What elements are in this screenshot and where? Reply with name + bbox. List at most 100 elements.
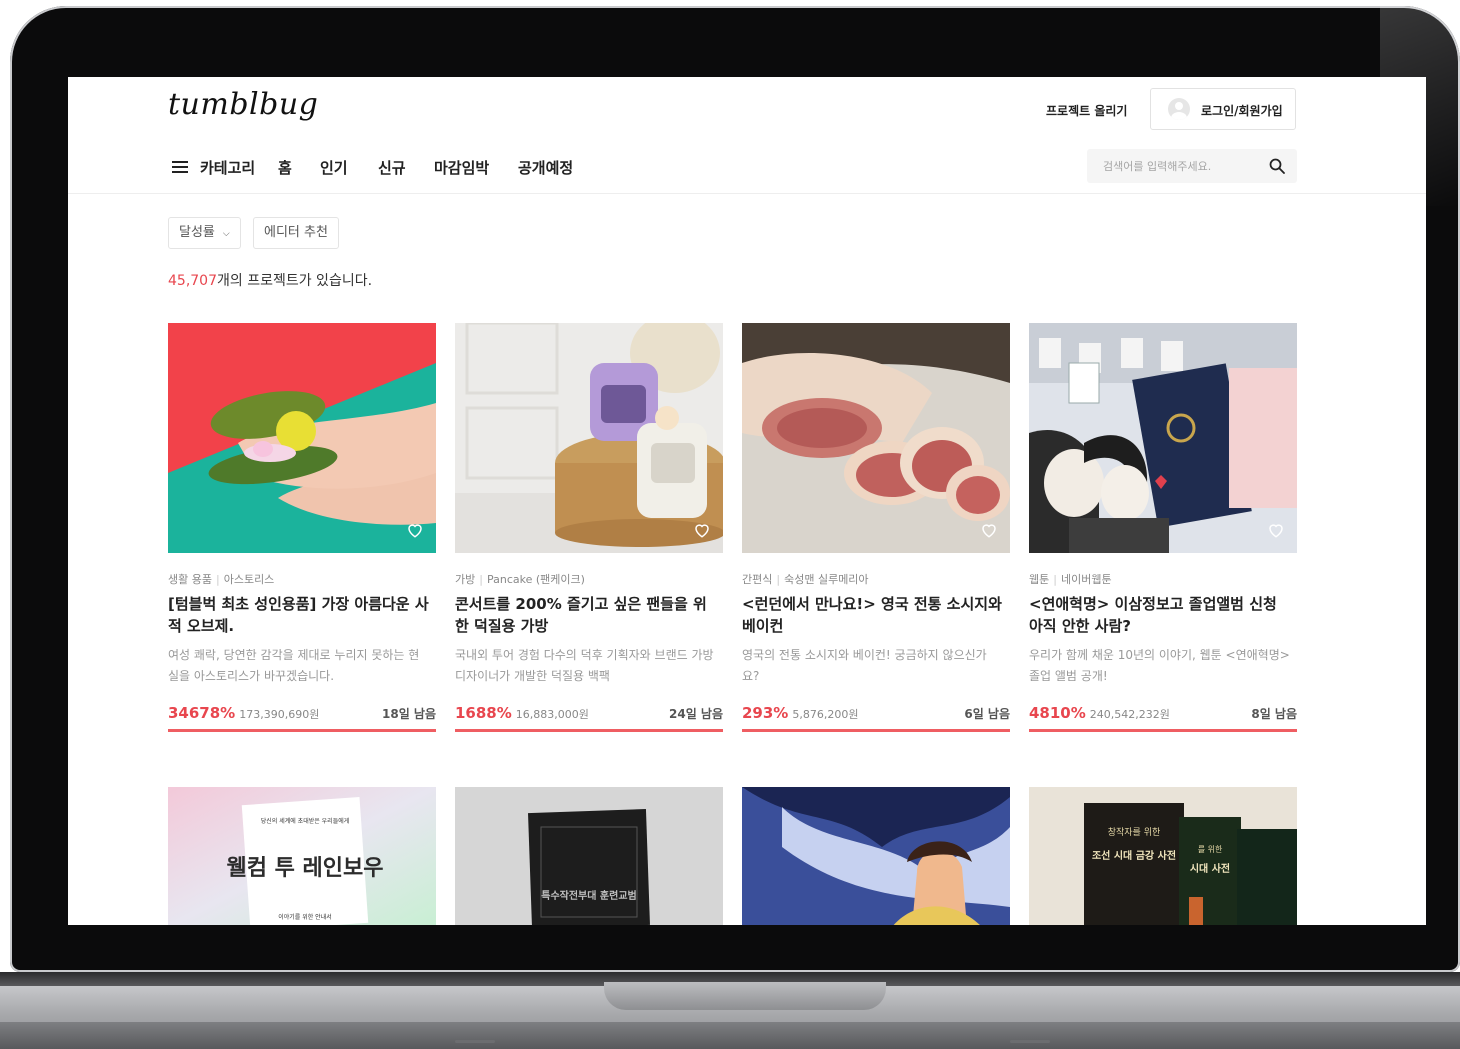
fantasy-webtoon-image [742, 787, 1010, 925]
card-stats: 1688% 16,883,000원 24일 남음 [455, 703, 723, 725]
book-title-text-b: 시대 사전 [1190, 862, 1230, 875]
card-meta: 생활 용품 | 아스토리스 [168, 573, 275, 586]
days-left: 8일 남음 [1251, 707, 1297, 721]
search-input[interactable] [1103, 157, 1253, 175]
project-count: 45,707개의 프로젝트가 있습니다. [168, 270, 372, 290]
card-category[interactable]: 생활 용품 [168, 573, 212, 586]
card-title[interactable]: <런던에서 만나요!> 영국 전통 소시지와 베이컨 [742, 593, 1004, 637]
screen: tumblbug 프로젝트 올리기 로그인/회원가입 카테고리 홈 인기 신규 … [68, 77, 1426, 925]
card-category[interactable]: 가방 [455, 573, 475, 586]
project-thumbnail[interactable]: 창작자를 위한 조선 시대 금강 사전 를 위한 시대 사전 [1029, 787, 1297, 925]
project-thumbnail[interactable]: 특수작전부대 훈련교범 [455, 787, 723, 925]
card-meta: 간편식 | 숙성맨 실루메리아 [742, 573, 869, 586]
bacon-image [742, 323, 1010, 553]
card-creator[interactable]: 아스토리스 [224, 573, 275, 586]
card-title[interactable]: [텀블벅 최초 성인용품] 가장 아름다운 사적 오브제. [168, 593, 430, 637]
heart-icon[interactable] [406, 521, 424, 539]
progress-fill [168, 729, 436, 732]
book-sub-text: 이야기를 위한 안내서 [278, 913, 332, 921]
funding-progress-bar [1029, 729, 1297, 732]
book-title-text: 웰컴 투 레인보우 [227, 856, 384, 881]
nav-closing-soon[interactable]: 마감임박 [434, 157, 489, 178]
tumblbug-logo[interactable]: tumblbug [168, 87, 318, 122]
project-thumbnail[interactable] [742, 323, 1010, 553]
backpacks-image [455, 323, 723, 553]
funding-amount: 173,390,690원 [239, 708, 320, 721]
project-thumbnail[interactable] [742, 787, 1010, 925]
card-creator[interactable]: Pancake (팬케이크) [487, 573, 585, 586]
sort-label: 달성률 [179, 225, 215, 240]
book-small-text: 창작자를 위한 [1108, 827, 1161, 838]
laptop-notch [604, 982, 886, 1010]
funding-percent: 293% [742, 704, 789, 722]
login-signup-button[interactable]: 로그인/회원가입 [1150, 88, 1296, 130]
card-creator[interactable]: 네이버웹툰 [1061, 573, 1112, 586]
joseon-books-image: 창작자를 위한 조선 시대 금강 사전 를 위한 시대 사전 [1029, 787, 1297, 925]
days-left: 6일 남음 [964, 707, 1010, 721]
funding-percent: 1688% [455, 704, 512, 722]
login-label: 로그인/회원가입 [1201, 104, 1283, 118]
heart-icon[interactable] [980, 521, 998, 539]
card-title[interactable]: <연애혁명> 이삼정보고 졸업앨범 신청 아직 안한 사람? [1029, 593, 1291, 637]
laptop-foot [1010, 1040, 1050, 1043]
funding-amount: 16,883,000원 [515, 708, 589, 721]
webtoon-album-image [1029, 323, 1297, 553]
hamburger-menu-icon[interactable] [172, 161, 188, 173]
nav-new[interactable]: 신규 [378, 157, 406, 178]
rainbow-book-image: 당신의 세계에 초대받은 우리들에게 웰컴 투 레인보우 이야기를 위한 안내서 [168, 787, 436, 925]
search-icon[interactable] [1269, 158, 1285, 174]
editor-pick-filter[interactable]: 에디터 추천 [253, 217, 339, 249]
book-title-text: 특수작전부대 훈련교범 [541, 889, 636, 902]
card-meta: 가방 | Pancake (팬케이크) [455, 573, 585, 586]
card-description: 영국의 전통 소시지와 베이컨! 궁금하지 않으신가요? [742, 648, 987, 683]
black-book-image: 특수작전부대 훈련교범 [455, 787, 723, 925]
card-title[interactable]: 콘서트를 200% 즐기고 싶은 팬들을 위한 덕질용 가방 [455, 593, 717, 637]
project-thumbnail[interactable] [455, 323, 723, 553]
funding-percent: 4810% [1029, 704, 1086, 722]
progress-fill [1029, 729, 1297, 732]
nav-category[interactable]: 카테고리 [200, 157, 255, 178]
book-title-text: 조선 시대 금강 사전 [1092, 849, 1176, 862]
upload-project-link[interactable]: 프로젝트 올리기 [1046, 102, 1127, 119]
project-thumbnail[interactable] [168, 323, 436, 553]
heart-icon[interactable] [1267, 521, 1285, 539]
heart-icon[interactable] [693, 521, 711, 539]
funding-percent: 34678% [168, 704, 236, 722]
card-description: 국내외 투어 경험 다수의 덕후 기획자와 브랜드 가방 디자이너가 개발한 덕… [455, 648, 714, 683]
card-description: 여성 쾌락, 당연한 감각을 제대로 누리지 못하는 현실을 아스토리스가 바꾸… [168, 648, 420, 683]
sort-dropdown[interactable]: 달성률 ⌵ [168, 217, 241, 249]
project-count-number: 45,707 [168, 273, 217, 289]
funding-progress-bar [742, 729, 1010, 732]
card-creator[interactable]: 숙성맨 실루메리아 [784, 573, 868, 586]
card-category[interactable]: 웹툰 [1029, 573, 1049, 586]
card-category[interactable]: 간편식 [742, 573, 772, 586]
avatar-icon [1168, 98, 1190, 120]
search-bar [1087, 149, 1297, 183]
project-thumbnail[interactable]: 당신의 세계에 초대받은 우리들에게 웰컴 투 레인보우 이야기를 위한 안내서 [168, 787, 436, 925]
project-count-suffix: 개의 프로젝트가 있습니다. [217, 273, 373, 289]
card-stats: 4810% 240,542,232원 8일 남음 [1029, 703, 1297, 725]
funding-progress-bar [455, 729, 723, 732]
funding-amount: 5,876,200원 [792, 708, 859, 721]
days-left: 24일 남음 [669, 707, 723, 721]
days-left: 18일 남음 [382, 707, 436, 721]
book-small-text: 당신의 세계에 초대받은 우리들에게 [261, 817, 350, 825]
nav-home[interactable]: 홈 [278, 157, 292, 178]
card-meta: 웹툰 | 네이버웹툰 [1029, 573, 1112, 586]
laptop-foot [455, 1040, 495, 1043]
project-thumbnail[interactable] [1029, 323, 1297, 553]
funding-amount: 240,542,232원 [1089, 708, 1170, 721]
card-stats: 34678% 173,390,690원 18일 남음 [168, 703, 436, 725]
site-header: tumblbug 프로젝트 올리기 로그인/회원가입 카테고리 홈 인기 신규 … [68, 77, 1426, 194]
avocado-object-image [168, 323, 436, 553]
laptop-base-bottom [0, 1022, 1460, 1049]
nav-popular[interactable]: 인기 [320, 157, 348, 178]
chevron-down-icon: ⌵ [222, 229, 230, 239]
nav-upcoming[interactable]: 공개예정 [518, 157, 573, 178]
progress-fill [742, 729, 1010, 732]
card-stats: 293% 5,876,200원 6일 남음 [742, 703, 1010, 725]
progress-fill [455, 729, 723, 732]
book-small-text-b: 를 위한 [1198, 845, 1223, 854]
funding-progress-bar [168, 729, 436, 732]
card-description: 우리가 함께 채운 10년의 이야기, 웹툰 <연애혁명> 졸업 앨범 공개! [1029, 648, 1290, 683]
